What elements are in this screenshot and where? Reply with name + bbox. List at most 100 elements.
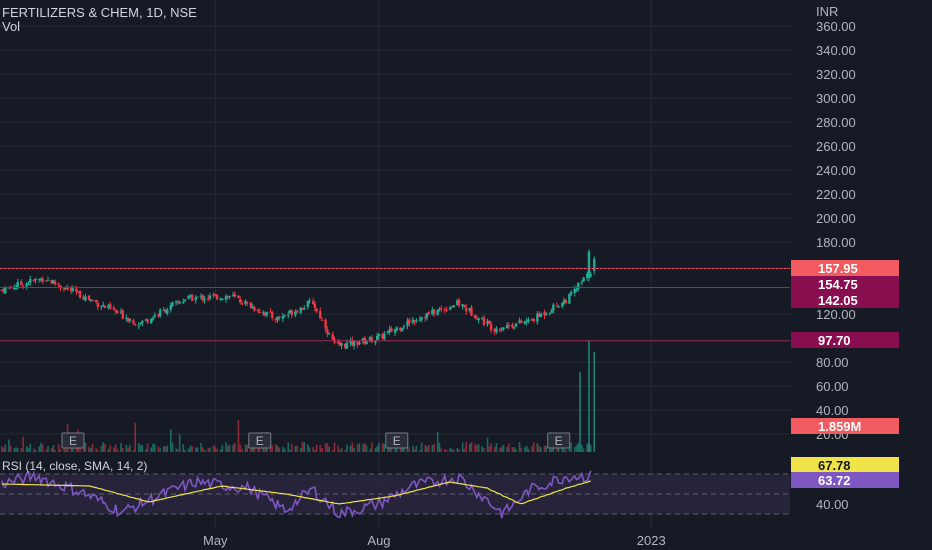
volume-bar bbox=[239, 444, 242, 452]
volume-bar bbox=[358, 443, 361, 452]
price-badge: 157.95 bbox=[791, 260, 899, 276]
candle-body bbox=[432, 309, 436, 315]
volume-bar bbox=[27, 447, 30, 452]
candle-body bbox=[208, 295, 212, 299]
volume-bar bbox=[488, 446, 491, 452]
price-tick-label: 260.00 bbox=[816, 139, 856, 154]
candle-body bbox=[137, 325, 140, 327]
candle-body bbox=[488, 321, 491, 324]
volume-bar bbox=[244, 444, 247, 452]
volume-bar bbox=[586, 443, 588, 452]
volume-bar bbox=[38, 446, 40, 452]
price-badge-text: 97.70 bbox=[818, 333, 851, 348]
candle-body bbox=[153, 314, 156, 317]
price-tick-label: 240.00 bbox=[816, 163, 856, 178]
candle-body bbox=[324, 319, 327, 329]
candle-body bbox=[109, 304, 112, 309]
candle-body bbox=[141, 320, 144, 324]
volume-bar bbox=[436, 431, 439, 452]
candle-body bbox=[340, 343, 343, 346]
candle-body bbox=[96, 302, 100, 307]
price-tick-label: 60.00 bbox=[816, 379, 849, 394]
candle-body bbox=[477, 318, 480, 321]
earnings-marker[interactable]: E bbox=[385, 432, 409, 449]
candle-body bbox=[498, 329, 502, 331]
volume-bar bbox=[518, 442, 521, 452]
volume-bar bbox=[102, 442, 104, 452]
candle-body bbox=[253, 307, 256, 311]
chart-container[interactable]: E E E E 360.00 340.00 320.00 300.00 280.00 260.0… bbox=[0, 0, 932, 550]
volume-bar bbox=[326, 443, 329, 452]
price-badge-text: 1.859M bbox=[818, 419, 861, 434]
earnings-marker-label: E bbox=[393, 434, 401, 448]
candle-body bbox=[320, 319, 324, 321]
volume-bar bbox=[451, 448, 453, 452]
candle-body bbox=[183, 299, 187, 302]
price-badge: 97.70 bbox=[791, 332, 899, 348]
candle-body bbox=[196, 296, 199, 298]
volume-bar bbox=[182, 444, 185, 452]
volume-bar bbox=[139, 445, 142, 452]
volume-bar bbox=[413, 448, 416, 452]
volume-bar bbox=[184, 449, 186, 452]
volume-bar bbox=[486, 437, 489, 452]
volume-bar bbox=[315, 444, 318, 452]
candle-body bbox=[278, 316, 281, 318]
candle-body bbox=[331, 334, 334, 340]
price-tick-label: 40.00 bbox=[816, 403, 849, 418]
volume-bar bbox=[365, 445, 368, 452]
volume-bar bbox=[351, 442, 354, 452]
price-badge-text: 142.05 bbox=[818, 293, 858, 308]
volume-bar bbox=[209, 447, 211, 452]
candle-body bbox=[16, 282, 19, 288]
candle-body bbox=[370, 337, 374, 343]
volume-bar bbox=[271, 445, 274, 452]
candle-body bbox=[32, 280, 36, 282]
volume-bar bbox=[495, 442, 498, 452]
volume-bar bbox=[333, 442, 336, 452]
candle-body bbox=[415, 320, 418, 322]
volume-bar bbox=[2, 447, 5, 452]
volume-bar bbox=[500, 446, 503, 452]
volume-bar bbox=[431, 444, 434, 452]
candle-body bbox=[20, 281, 23, 286]
volume-bar bbox=[194, 447, 197, 452]
candle-body bbox=[425, 312, 429, 318]
price-badge: 142.05 bbox=[791, 292, 899, 308]
candle-body bbox=[502, 327, 505, 330]
volume-bar bbox=[274, 444, 277, 452]
volume-bar bbox=[116, 448, 119, 452]
earnings-marker[interactable]: E bbox=[248, 432, 272, 449]
volume-bar bbox=[164, 446, 167, 452]
chart-canvas[interactable]: E E E E 360.00 340.00 320.00 300.00 280.00 260.0… bbox=[0, 0, 932, 550]
candle-body bbox=[383, 333, 386, 340]
candle-body bbox=[445, 309, 448, 311]
candle-body bbox=[151, 317, 155, 320]
volume-bar bbox=[113, 447, 115, 452]
candle-body bbox=[400, 328, 404, 331]
volume-bar bbox=[219, 449, 222, 452]
volume-bar bbox=[458, 449, 460, 452]
price-tick-label: 80.00 bbox=[816, 355, 849, 370]
earnings-marker[interactable]: E bbox=[547, 432, 571, 449]
candle-body bbox=[29, 279, 32, 283]
candle-body bbox=[256, 309, 260, 312]
volume-bar bbox=[581, 444, 583, 452]
volume-bar bbox=[121, 448, 124, 452]
volume-bar bbox=[570, 442, 572, 452]
candle-body bbox=[283, 315, 286, 317]
candle-body bbox=[203, 299, 206, 301]
volume-bar bbox=[97, 449, 99, 452]
candle-body bbox=[440, 308, 443, 310]
volume-bar bbox=[59, 449, 62, 452]
earnings-marker[interactable]: E bbox=[61, 432, 85, 449]
volume-bar bbox=[196, 447, 199, 452]
candle-body bbox=[539, 313, 543, 317]
volume-bar bbox=[187, 448, 190, 452]
candle-body bbox=[550, 310, 553, 313]
candle-body bbox=[265, 312, 269, 315]
candle-body bbox=[448, 307, 452, 310]
volume-bar bbox=[362, 444, 364, 452]
volume-bar bbox=[301, 442, 304, 452]
volume-bar bbox=[483, 447, 485, 452]
